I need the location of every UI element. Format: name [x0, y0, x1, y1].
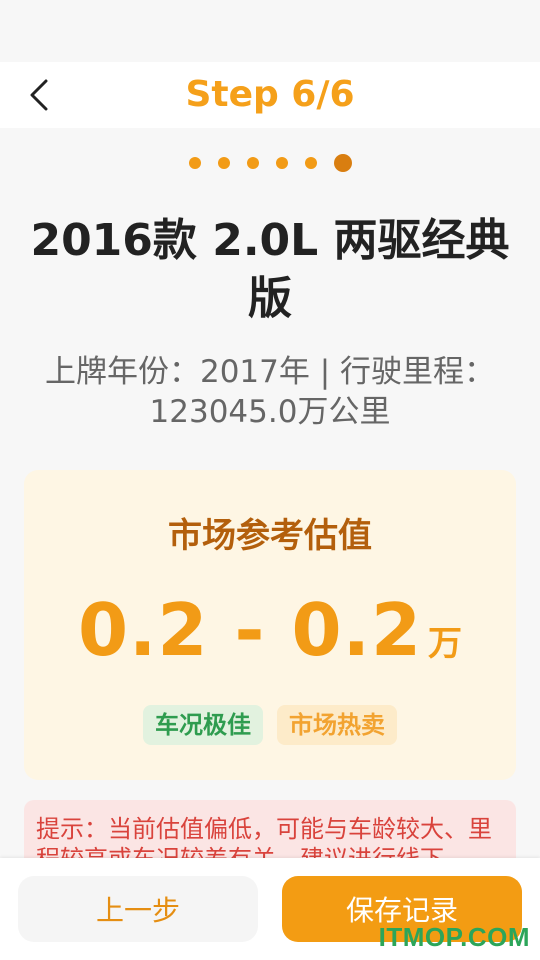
valuation-price: 0.2 - 0.2 万 [24, 588, 516, 672]
tag-market: 市场热卖 [277, 705, 397, 745]
step-dot [304, 157, 317, 169]
header-bar: Step 6/6 [0, 62, 540, 128]
valuation-title: 市场参考估值 [168, 516, 372, 556]
step-indicator [0, 152, 540, 174]
price-unit: 万 [428, 624, 463, 664]
step-dot [188, 157, 201, 169]
valuation-card: 市场参考估值 0.2 - 0.2 万 车况极佳 市场热卖 [24, 470, 516, 780]
step-dot [217, 157, 230, 169]
page-title: Step 6/6 [185, 74, 355, 115]
price-range: 0.2 - 0.2 [77, 588, 423, 672]
car-registration-info: 上牌年份：2017年 | 行驶里程：123045.0万公里 [44, 354, 496, 430]
step-dot-current [333, 154, 352, 172]
watermark-logo: ITMOP.COM [378, 922, 530, 952]
step-dot [275, 157, 288, 169]
car-model-name: 2016款 2.0L 两驱经典版 [30, 215, 510, 324]
tag-condition: 车况极佳 [143, 705, 263, 745]
prev-step-button[interactable]: 上一步 [18, 876, 258, 942]
condition-tags: 车况极佳 市场热卖 [24, 705, 516, 745]
step-dot [246, 157, 259, 169]
